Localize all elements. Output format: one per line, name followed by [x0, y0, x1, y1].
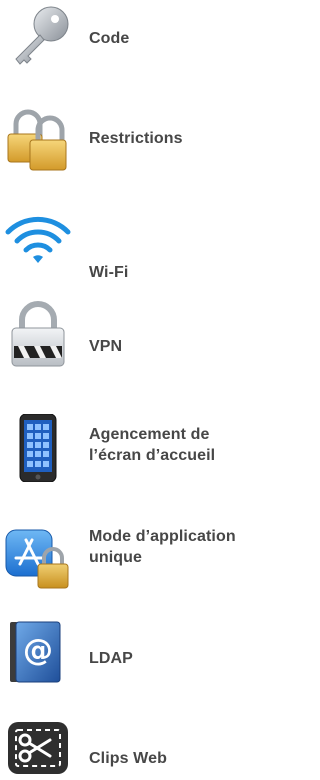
payload-label: LDAP [89, 650, 133, 667]
payload-label: Code [89, 30, 130, 47]
payload-label: Agencement de l’écran d’accueil [89, 426, 216, 464]
payload-label: Mode d’application unique [89, 528, 236, 566]
vpn-lock-icon [4, 300, 72, 368]
payload-item-code[interactable]: Code [0, 4, 271, 74]
key-icon [4, 4, 72, 72]
payload-item-single-app[interactable]: Mode d’application unique [0, 518, 271, 598]
payload-item-webclips[interactable]: Clips Web [0, 720, 271, 780]
payload-label: Wi-Fi [89, 264, 129, 281]
payload-label: VPN [89, 338, 123, 355]
payload-item-home-layout[interactable]: Agencement de l’écran d’accueil [0, 410, 271, 490]
payload-item-vpn[interactable]: VPN [0, 300, 271, 372]
payload-label: Restrictions [89, 130, 183, 147]
payload-item-wifi[interactable]: Wi-Fi [0, 206, 271, 281]
wifi-icon [4, 206, 72, 274]
padlocks-icon [4, 104, 72, 172]
iphone-icon [4, 414, 72, 482]
payload-item-restrictions[interactable]: Restrictions [0, 104, 271, 174]
address-book-icon: @ [4, 618, 72, 686]
scissors-icon [4, 720, 72, 776]
app-store-lock-icon [4, 522, 72, 590]
payload-item-ldap[interactable]: @ LDAP [0, 618, 271, 688]
payload-label: Clips Web [89, 750, 167, 767]
svg-text:@: @ [23, 633, 53, 668]
